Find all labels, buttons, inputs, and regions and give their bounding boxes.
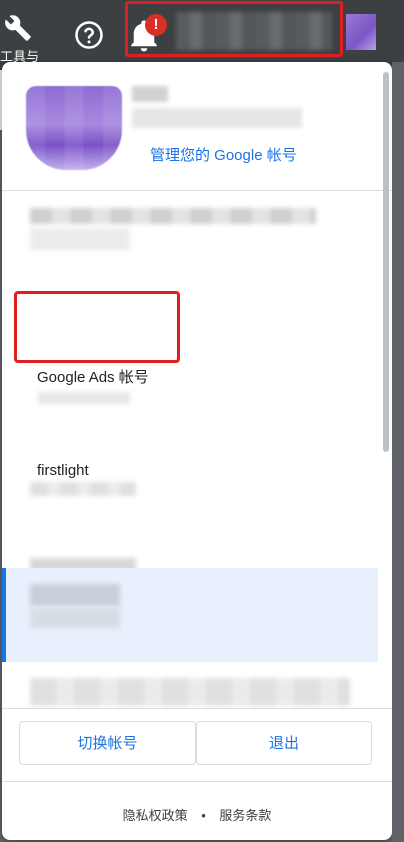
redacted-text [30,608,120,628]
account-menu-panel: 管理您的 Google 帐号 Google Ads 帐号 firstlight [2,62,392,840]
highlight-frame-ads-account [14,291,180,363]
redacted-text [30,228,130,250]
redacted-text [30,678,350,706]
avatar[interactable] [346,14,376,50]
top-app-bar: 工具与 ! [0,0,404,70]
tools-button[interactable]: 工具与 [0,10,42,64]
separator-dot: • [201,808,206,823]
sign-out-button[interactable]: 退出 [196,721,372,765]
list-item[interactable]: firstlight [2,378,378,496]
list-item[interactable] [2,190,378,284]
account-header: 管理您的 Google 帐号 [2,62,392,191]
highlight-frame-account [125,1,343,57]
panel-footer: 切换帐号 退出 隐私权政策 • 服务条款 [2,708,392,840]
manage-account-link[interactable]: 管理您的 Google 帐号 [150,144,297,165]
switch-account-button[interactable]: 切换帐号 [19,721,196,765]
list-item[interactable] [2,676,378,710]
list-item-selected[interactable] [2,568,378,662]
page-edge [392,62,404,842]
help-circle-icon[interactable] [74,20,104,50]
list-item[interactable] [2,472,378,594]
wrench-icon [5,15,31,41]
legal-links: 隐私权政策 • 服务条款 [2,805,392,824]
account-avatar[interactable] [26,86,122,170]
selection-indicator [2,568,6,662]
terms-of-service-link[interactable]: 服务条款 [219,805,271,824]
account-list: Google Ads 帐号 firstlight [2,190,378,710]
account-name-redacted [132,86,302,130]
scrollbar-thumb[interactable] [383,72,389,452]
privacy-policy-link[interactable]: 隐私权政策 [123,805,188,824]
redacted-text [30,584,120,606]
divider [2,781,392,782]
redacted-text [30,208,316,224]
